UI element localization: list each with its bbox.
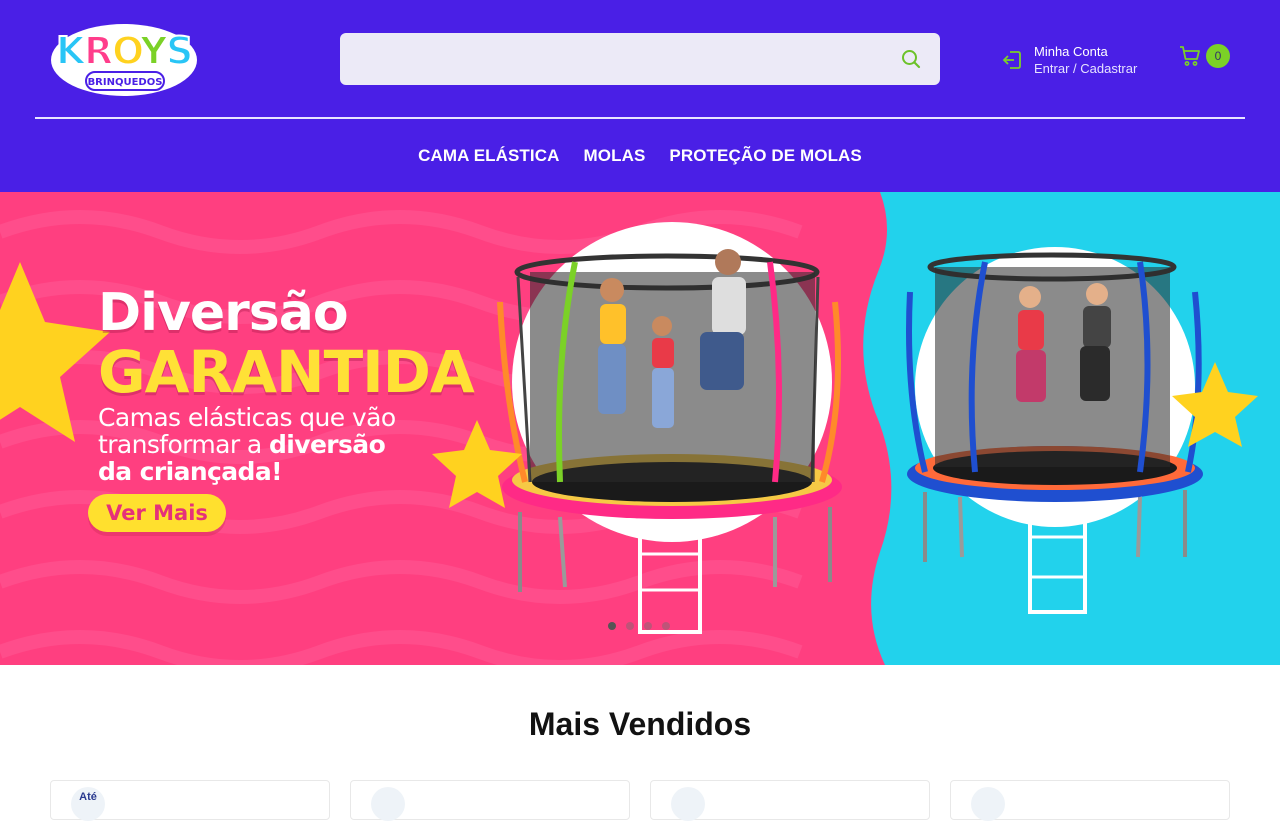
best-sellers-title: Mais Vendidos [528, 706, 752, 742]
hero-headline: Diversão [98, 283, 349, 343]
login-register-link[interactable]: Entrar / Cadastrar [1034, 60, 1137, 77]
svg-text:Y: Y [139, 29, 168, 73]
search-icon[interactable] [900, 48, 922, 70]
product-cards: Até [50, 780, 1230, 821]
discount-badge: Até [71, 787, 105, 821]
nav-item-cama-elastica[interactable]: CAMA ELÁSTICA [418, 140, 559, 172]
carousel-dot[interactable] [608, 622, 616, 630]
account-title: Minha Conta [1034, 44, 1108, 59]
discount-badge [371, 787, 405, 821]
search-input[interactable] [354, 33, 894, 85]
svg-text:S: S [166, 29, 193, 73]
login-icon [1002, 51, 1021, 69]
svg-text:R: R [84, 29, 113, 73]
account-link[interactable]: Minha Conta Entrar / Cadastrar [1000, 40, 1137, 80]
header-divider [35, 117, 1245, 119]
hero-headline-highlight: GARANTIDA [98, 338, 475, 406]
hero-subtitle: Camas elásticas que vão transformar a di… [98, 403, 396, 486]
nav-item-molas[interactable]: MOLAS [584, 140, 646, 172]
product-card[interactable] [650, 780, 930, 821]
product-card[interactable] [350, 780, 630, 821]
discount-badge [971, 787, 1005, 821]
ver-mais-button[interactable]: Ver Mais [88, 494, 226, 532]
site-header: K R O Y S BRINQUEDOS Minha Conta Entrar … [0, 0, 1280, 192]
search-bar [340, 33, 940, 85]
carousel-dot[interactable] [626, 622, 634, 630]
carousel-dot[interactable] [644, 622, 652, 630]
svg-text:K: K [56, 29, 87, 73]
hero-banner[interactable]: Diversão GARANTIDA Camas elásticas que v… [0, 192, 1280, 665]
discount-badge [671, 787, 705, 821]
main-nav: CAMA ELÁSTICA MOLAS PROTEÇÃO DE MOLAS [0, 140, 1280, 172]
cart-button[interactable]: 0 [1178, 44, 1230, 68]
kroys-logo[interactable]: K R O Y S BRINQUEDOS [50, 22, 198, 98]
carousel-dots [608, 622, 670, 630]
product-card[interactable]: Até [50, 780, 330, 821]
logo-tagline: BRINQUEDOS [88, 77, 163, 88]
cart-count-badge: 0 [1206, 44, 1230, 68]
carousel-dot[interactable] [662, 622, 670, 630]
nav-item-protecao-de-molas[interactable]: PROTEÇÃO DE MOLAS [669, 140, 862, 172]
product-card[interactable] [950, 780, 1230, 821]
cart-icon [1180, 46, 1200, 66]
